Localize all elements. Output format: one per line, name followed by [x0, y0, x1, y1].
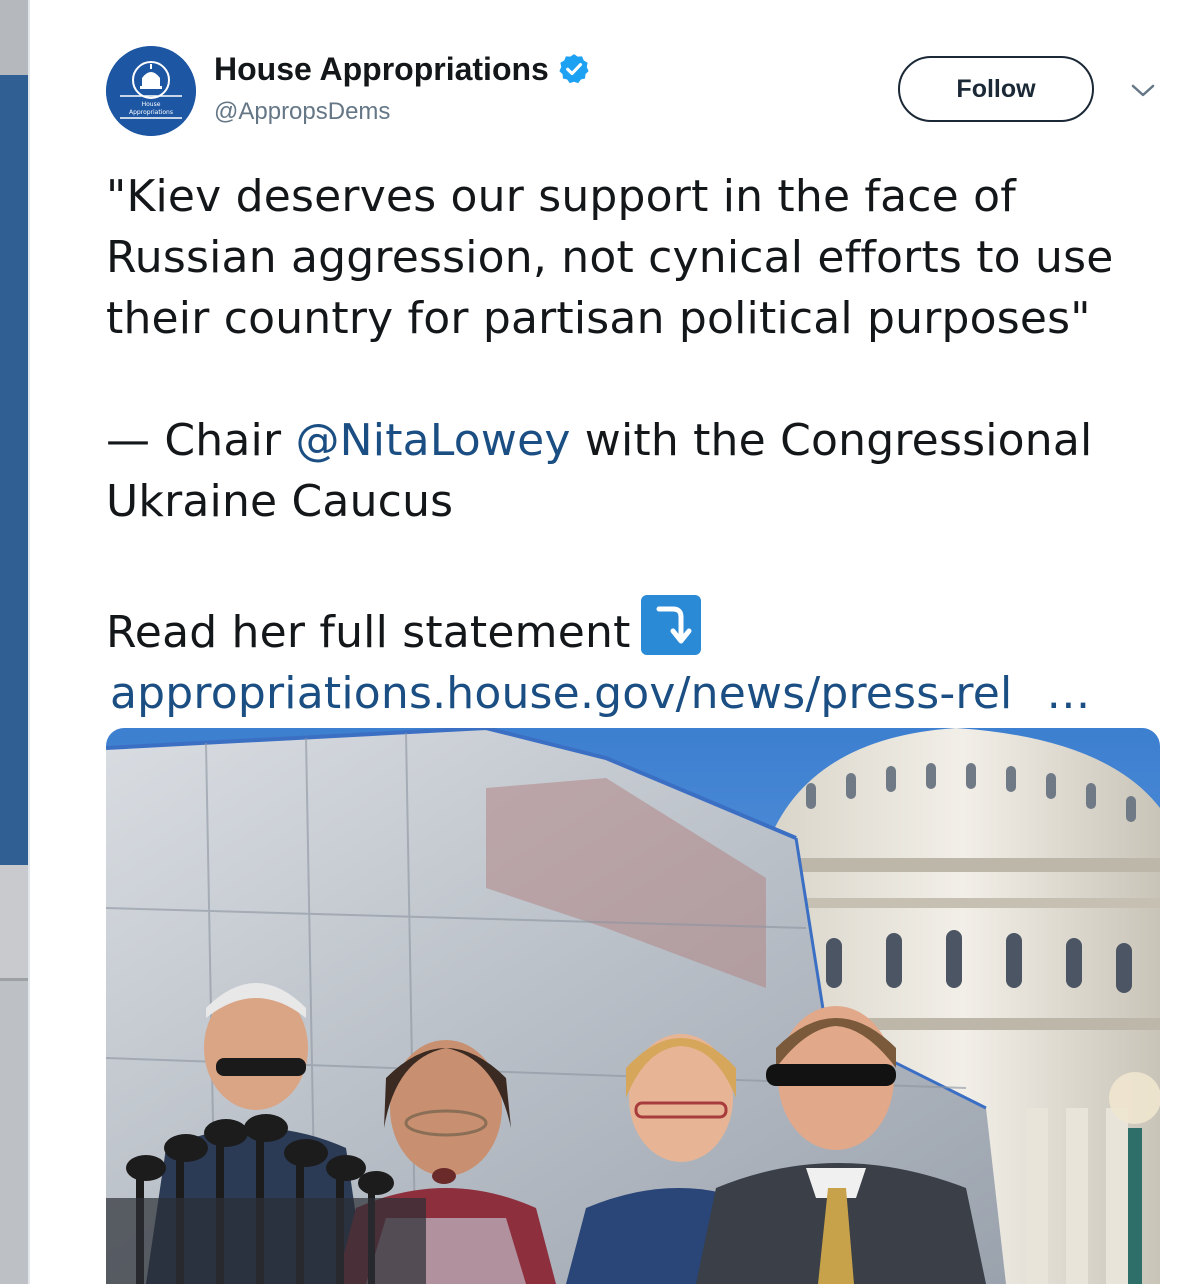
tweet-quote: "Kiev deserves our support in the face o…	[106, 171, 1114, 344]
page: House Appropriations House Appropriation…	[0, 0, 1200, 1284]
link-ellipsis[interactable]: …	[1046, 668, 1090, 719]
tweet-card: House Appropriations House Appropriation…	[28, 0, 1200, 1284]
right-arrow-curving-down-icon	[639, 593, 703, 657]
follow-button[interactable]: Follow	[898, 56, 1094, 122]
chevron-down-icon[interactable]	[1128, 80, 1158, 102]
mention-link[interactable]: @NitaLowey	[295, 415, 570, 466]
link-line: appropriations.house.gov/news/press-rel …	[110, 663, 1176, 724]
tweet-text: "Kiev deserves our support in the face o…	[106, 166, 1176, 724]
tweet-photo[interactable]	[106, 728, 1160, 1284]
svg-text:Appropriations: Appropriations	[129, 109, 173, 116]
background-blue-panel	[0, 75, 28, 865]
capitol-press-conference-photo	[106, 728, 1160, 1284]
avatar[interactable]: House Appropriations	[106, 46, 196, 136]
read-more-text: Read her full statement	[106, 607, 631, 658]
verified-badge-icon	[557, 52, 591, 86]
svg-text:House: House	[142, 101, 161, 108]
background-page-strip	[0, 0, 28, 1284]
read-more-line: Read her full statement	[106, 593, 1176, 663]
statement-link[interactable]: appropriations.house.gov/news/press-rel	[110, 668, 1012, 719]
display-name-row[interactable]: House Appropriations	[214, 50, 591, 88]
tweet-attribution: — Chair @NitaLowey with the Congressiona…	[106, 415, 1093, 527]
display-name[interactable]: House Appropriations	[214, 50, 549, 88]
user-handle[interactable]: @AppropsDems	[214, 98, 390, 126]
